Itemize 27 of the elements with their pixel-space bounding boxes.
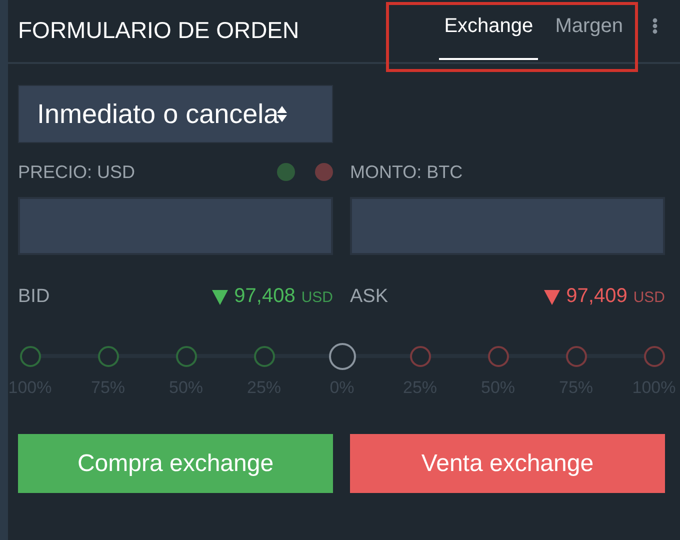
sell-button[interactable]: Venta exchange	[350, 434, 665, 493]
quote-label: BID	[18, 286, 51, 308]
quote-price: 97,409	[566, 285, 628, 308]
tab[interactable]: Margen	[550, 0, 628, 60]
price-input[interactable]	[18, 197, 333, 255]
order-type-select[interactable]: Inmediato o cancela	[18, 85, 333, 143]
quote-price: 97,408	[234, 285, 296, 308]
currency-unit: USD	[633, 289, 665, 306]
down-triangle-icon	[212, 288, 228, 304]
slider-step-handle[interactable]	[410, 346, 430, 366]
slider-step-handle[interactable]	[328, 342, 356, 370]
quote-label: ASK	[350, 286, 390, 308]
panel-title: FORMULARIO DE ORDEN	[18, 16, 300, 44]
currency-unit: USD	[301, 289, 333, 306]
amount-input[interactable]	[350, 197, 665, 255]
slider-step-handle[interactable]	[644, 346, 664, 366]
slider-step-handle[interactable]	[176, 346, 196, 366]
down-triangle-icon	[544, 288, 560, 304]
slider-step-handle[interactable]	[254, 346, 274, 366]
kebab-menu-icon[interactable]	[652, 18, 658, 34]
slider-step-handle[interactable]	[488, 346, 508, 366]
slider-step-handle[interactable]	[98, 346, 118, 366]
amount-label: MONTO: BTC	[350, 162, 464, 182]
slider-step-handle[interactable]	[566, 346, 586, 366]
slider-step-handle[interactable]	[20, 346, 40, 366]
price-label: PRECIO: USD	[18, 162, 136, 182]
tab[interactable]: Exchange	[439, 0, 538, 60]
